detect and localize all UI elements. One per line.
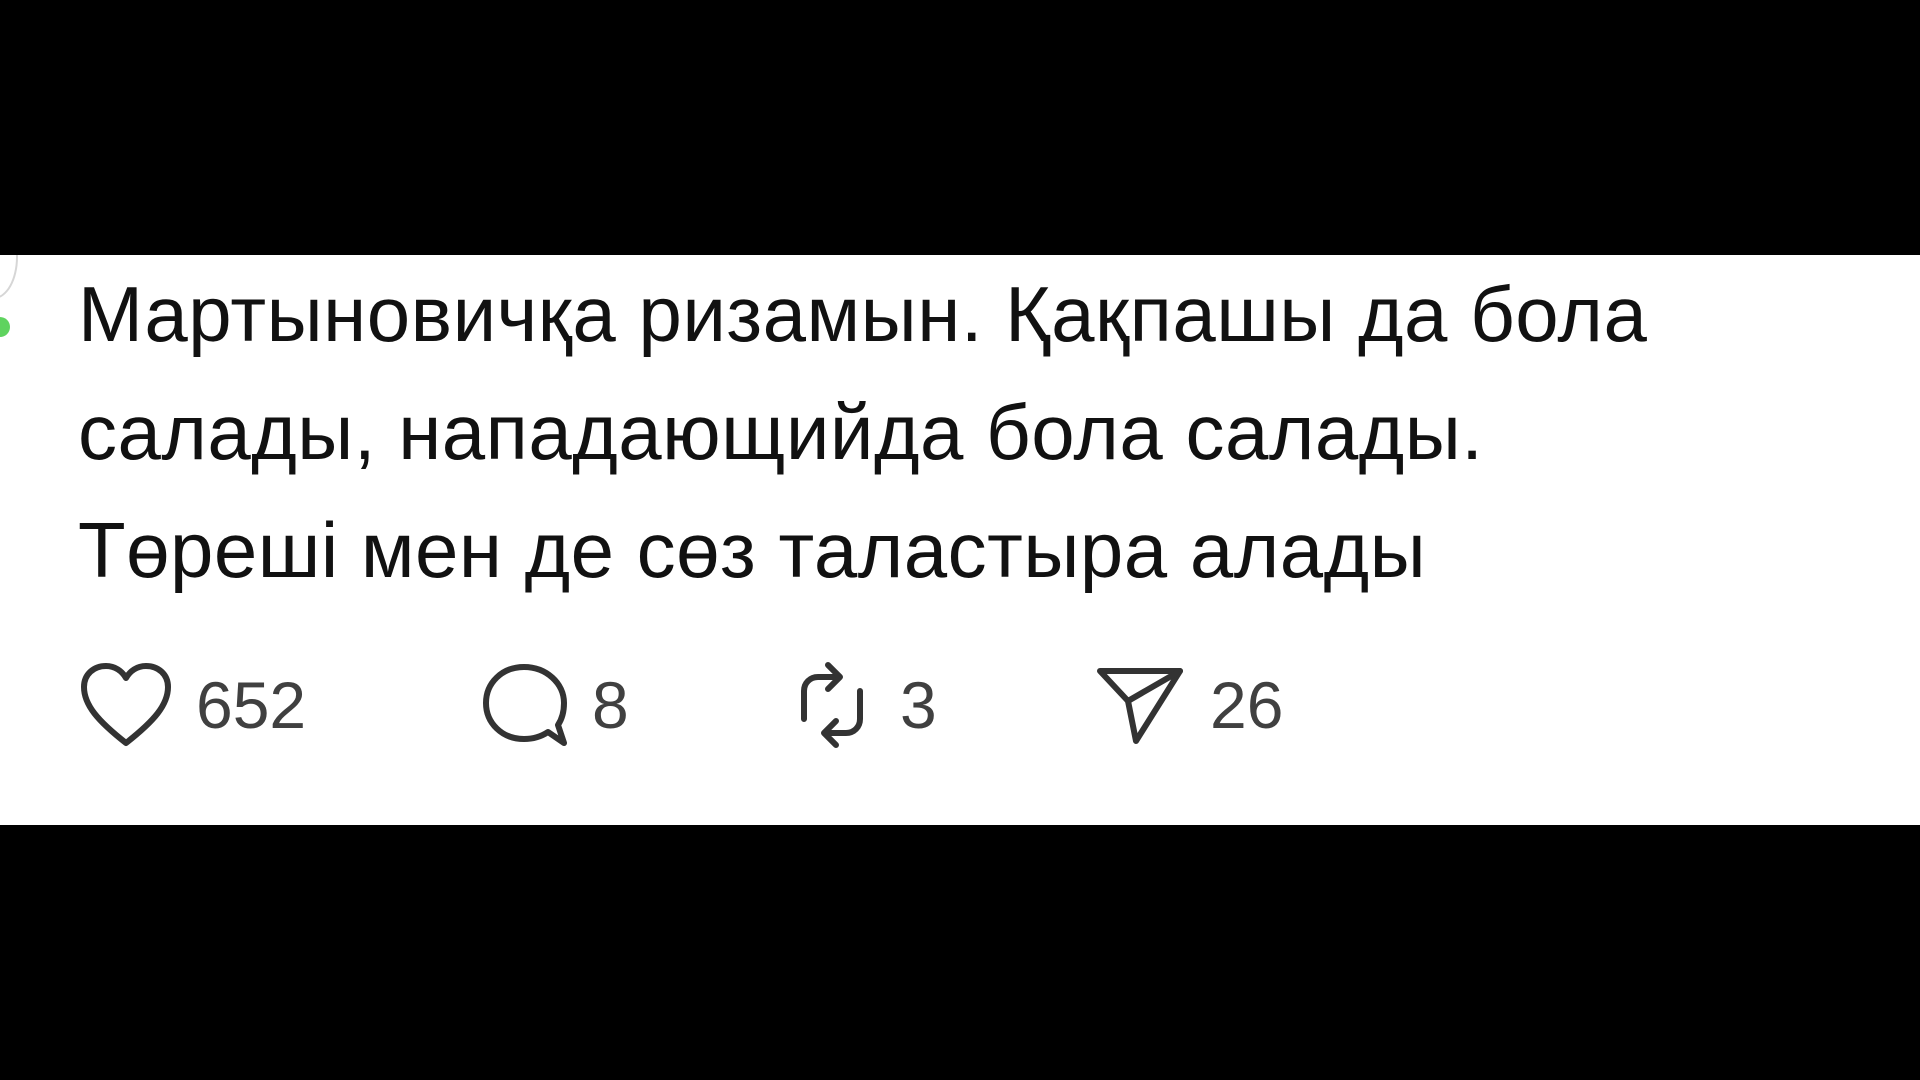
post-text-line: Мартыновичқа ризамын. Қақпашы да бола (78, 270, 1648, 358)
reply-button[interactable]: 8 (478, 659, 786, 751)
paper-plane-icon (1097, 668, 1183, 744)
post-text-line: Төреші мен де сөз таластыра алады (78, 506, 1427, 594)
share-button[interactable]: 26 (1092, 661, 1352, 749)
post-text: Мартыновичқа ризамын. Қақпашы да бола са… (78, 255, 1858, 609)
letterbox-bottom (0, 825, 1920, 1080)
post-text-line: салады, нападающийда бола салады. (78, 388, 1484, 476)
repost-arrows-icon (801, 662, 863, 748)
speech-bubble-icon (483, 664, 567, 746)
repost-count: 3 (900, 668, 937, 742)
repost-button[interactable]: 3 (786, 657, 1092, 753)
heart-icon (81, 663, 171, 746)
reply-count: 8 (592, 668, 629, 742)
like-button[interactable]: 652 (78, 661, 478, 749)
post-card: Мартыновичқа ризамын. Қақпашы да бола са… (0, 255, 1920, 825)
post-actions-bar: 652 8 3 26 (78, 645, 1352, 765)
share-count: 26 (1210, 668, 1284, 742)
like-count: 652 (196, 668, 307, 742)
online-status-dot (0, 317, 10, 337)
avatar-edge (0, 255, 18, 299)
letterbox-top (0, 0, 1920, 255)
